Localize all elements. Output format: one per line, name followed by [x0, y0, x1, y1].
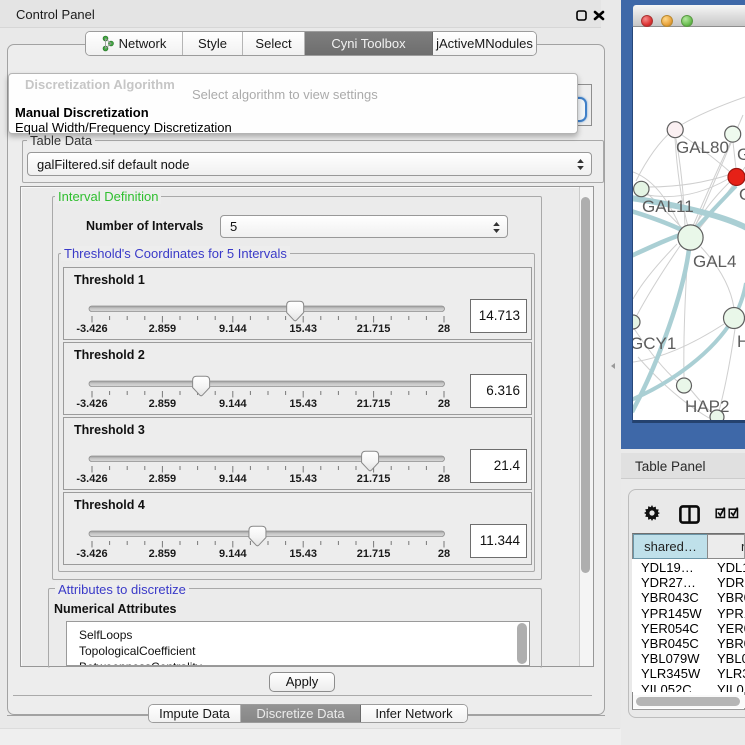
svg-text:GA: GA	[737, 145, 745, 164]
svg-text:GCY1: GCY1	[633, 334, 676, 353]
svg-text:GAL80: GAL80	[676, 138, 729, 157]
svg-text:O: O	[739, 185, 745, 204]
svg-text:HAP2: HAP2	[685, 397, 729, 416]
svg-text:GAL4: GAL4	[693, 252, 736, 271]
svg-text:HA: HA	[737, 332, 745, 351]
svg-text:GAL11: GAL11	[642, 197, 694, 216]
